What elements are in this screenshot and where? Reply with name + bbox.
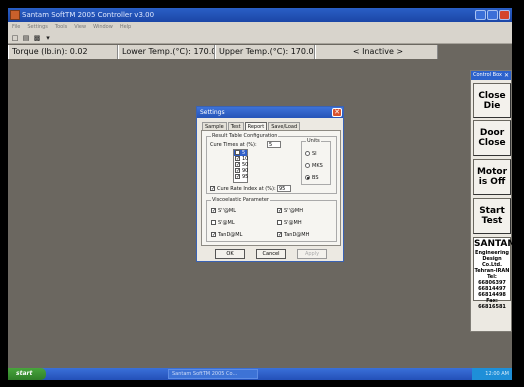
close-die-button[interactable]: Close Die	[473, 83, 511, 118]
param-checkbox[interactable]: S'@MH	[277, 220, 302, 226]
cure-time-item-label: 95	[242, 174, 249, 180]
dropdown-arrow-icon[interactable]: ▾	[44, 34, 52, 42]
param-checkbox[interactable]: ✓ S''@MH	[277, 208, 303, 214]
cure-rate-input[interactable]: 95	[277, 185, 291, 192]
start-button[interactable]: start	[8, 368, 46, 380]
param-checkbox[interactable]: ✓ TanD@ML	[211, 232, 242, 238]
app-title-bar: Santam SoftTM 2005 Controller v3.00	[8, 8, 512, 22]
checkmark-icon: ✓	[211, 208, 217, 214]
cure-time-item[interactable]: ✓ 95	[234, 174, 249, 180]
param-label: TanD@MH	[284, 232, 310, 238]
start-test-button[interactable]: Start Test	[473, 198, 511, 234]
unit-radio-label: BS	[312, 175, 319, 181]
control-box-close-icon[interactable]: ✕	[503, 72, 510, 79]
settings-dialog-title-bar: Settings ✕	[197, 107, 343, 118]
unit-radio-bs[interactable]: BS	[305, 175, 319, 181]
menu-view[interactable]: View	[74, 22, 86, 32]
report-tab-panel: Result Table Configuration Cure Times at…	[201, 130, 341, 246]
unit-radio-mks[interactable]: MKS	[305, 163, 323, 169]
control-box-title-text: Control Box	[473, 72, 502, 78]
apply-button[interactable]: Apply	[297, 249, 327, 259]
viscoelastic-group: Viscoelastic Parameter ✓ S''@ML ✓ S''@MH S…	[206, 197, 337, 242]
close-button[interactable]	[499, 10, 510, 20]
taskbar-app-item[interactable]: Santam SoftTM 2005 Co...	[168, 369, 258, 379]
company-phone: Tel: 66806397	[478, 274, 506, 286]
settings-dialog-title: Settings	[200, 109, 225, 116]
checkbox-icon	[211, 220, 216, 225]
test-state-readout: < Inactive >	[315, 45, 438, 59]
menu-file[interactable]: File	[12, 22, 20, 32]
door-close-button[interactable]: Door Close	[473, 120, 511, 156]
minimize-button[interactable]	[475, 10, 486, 20]
result-table-legend: Result Table Configuration	[211, 133, 279, 139]
save-icon[interactable]: ▩	[33, 34, 41, 42]
param-label: S'@MH	[284, 220, 302, 226]
app-icon	[10, 10, 20, 20]
dialog-close-icon[interactable]: ✕	[332, 108, 342, 117]
units-group: Units SI MKS BS	[301, 138, 331, 185]
company-info: SANTAM Engineering Design Co.Ltd. Tehran…	[473, 237, 512, 310]
unit-radio-si[interactable]: SI	[305, 151, 317, 157]
open-folder-icon[interactable]: ▤	[22, 34, 30, 42]
viscoelastic-legend: Viscoelastic Parameter	[211, 197, 270, 203]
radio-icon	[305, 163, 310, 168]
clock: 12:00 AM	[472, 368, 512, 380]
radio-selected-icon	[305, 175, 310, 180]
ok-button[interactable]: OK	[215, 249, 245, 259]
company-fax: Fax: 66816581	[478, 298, 506, 310]
cure-rate-label: Cure Rate Index at (%):	[217, 186, 276, 192]
cure-times-input[interactable]: 5	[267, 141, 281, 148]
cancel-button[interactable]: Cancel	[256, 249, 286, 259]
unit-radio-label: MKS	[312, 163, 323, 169]
control-box-title: Control Box ✕	[471, 71, 511, 80]
new-file-icon[interactable]: □	[11, 34, 19, 42]
checkmark-icon: ✓	[235, 162, 241, 168]
cure-rate-checkbox[interactable]: ✓ Cure Rate Index at (%):	[210, 186, 276, 192]
settings-dialog: Settings ✕ Sample Test Report Save/Load …	[196, 106, 344, 262]
menu-settings[interactable]: Settings	[27, 22, 48, 32]
readout-bar: Torque (lb.in): 0.02 Lower Temp.(°C): 17…	[8, 45, 438, 59]
units-legend: Units	[306, 138, 321, 144]
param-label: S'@ML	[218, 220, 235, 226]
checkmark-icon: ✓	[277, 208, 283, 214]
cure-times-label: Cure Times at (%):	[210, 142, 257, 148]
checkbox-icon	[277, 220, 282, 225]
menu-window[interactable]: Window	[93, 22, 113, 32]
company-line: Design Co.Ltd.	[481, 256, 503, 268]
lower-temp-readout: Lower Temp.(°C): 170.0	[118, 45, 215, 59]
menu-help[interactable]: Help	[120, 22, 131, 32]
param-label: TanD@ML	[218, 232, 243, 238]
result-table-group: Result Table Configuration Cure Times at…	[206, 133, 337, 194]
checkmark-icon: ✓	[277, 232, 283, 238]
menu-tools[interactable]: Tools	[55, 22, 67, 32]
menu-bar: File Settings Tools View Window Help	[8, 22, 512, 32]
checkmark-icon: ✓	[235, 168, 241, 174]
checkmark-icon: ✓	[235, 156, 241, 162]
app-title: Santam SoftTM 2005 Controller v3.00	[22, 11, 155, 19]
company-brand: SANTAM	[474, 239, 512, 249]
motor-status-button[interactable]: Motor is Off	[473, 159, 511, 195]
toolbar: □ ▤ ▩ ▾	[8, 32, 512, 44]
taskbar: start Santam SoftTM 2005 Co... 12:00 AM	[8, 368, 512, 380]
window-controls	[475, 10, 510, 20]
desktop-screen: Santam SoftTM 2005 Controller v3.00 File…	[8, 8, 512, 380]
control-box-panel: Control Box ✕ Close Die Door Close Motor…	[470, 70, 512, 332]
checkmark-icon: ✓	[210, 186, 216, 192]
param-checkbox[interactable]: S'@ML	[211, 220, 235, 226]
param-checkbox[interactable]: ✓ TanD@MH	[277, 232, 309, 238]
torque-readout: Torque (lb.in): 0.02	[8, 45, 118, 59]
unit-radio-label: SI	[312, 151, 317, 157]
maximize-button[interactable]	[487, 10, 498, 20]
param-checkbox[interactable]: ✓ S''@ML	[211, 208, 236, 214]
radio-icon	[305, 151, 310, 156]
upper-temp-readout: Upper Temp.(°C): 170.0	[215, 45, 315, 59]
checkmark-icon: ✓	[235, 174, 241, 180]
cure-times-list[interactable]: 5 ✓ 10 ✓ 50 ✓ 90 ✓ 95	[233, 149, 248, 183]
param-label: S''@ML	[218, 208, 237, 214]
param-label: S''@MH	[284, 208, 303, 214]
checkmark-icon: ✓	[211, 232, 217, 238]
checkbox-icon	[235, 150, 240, 155]
